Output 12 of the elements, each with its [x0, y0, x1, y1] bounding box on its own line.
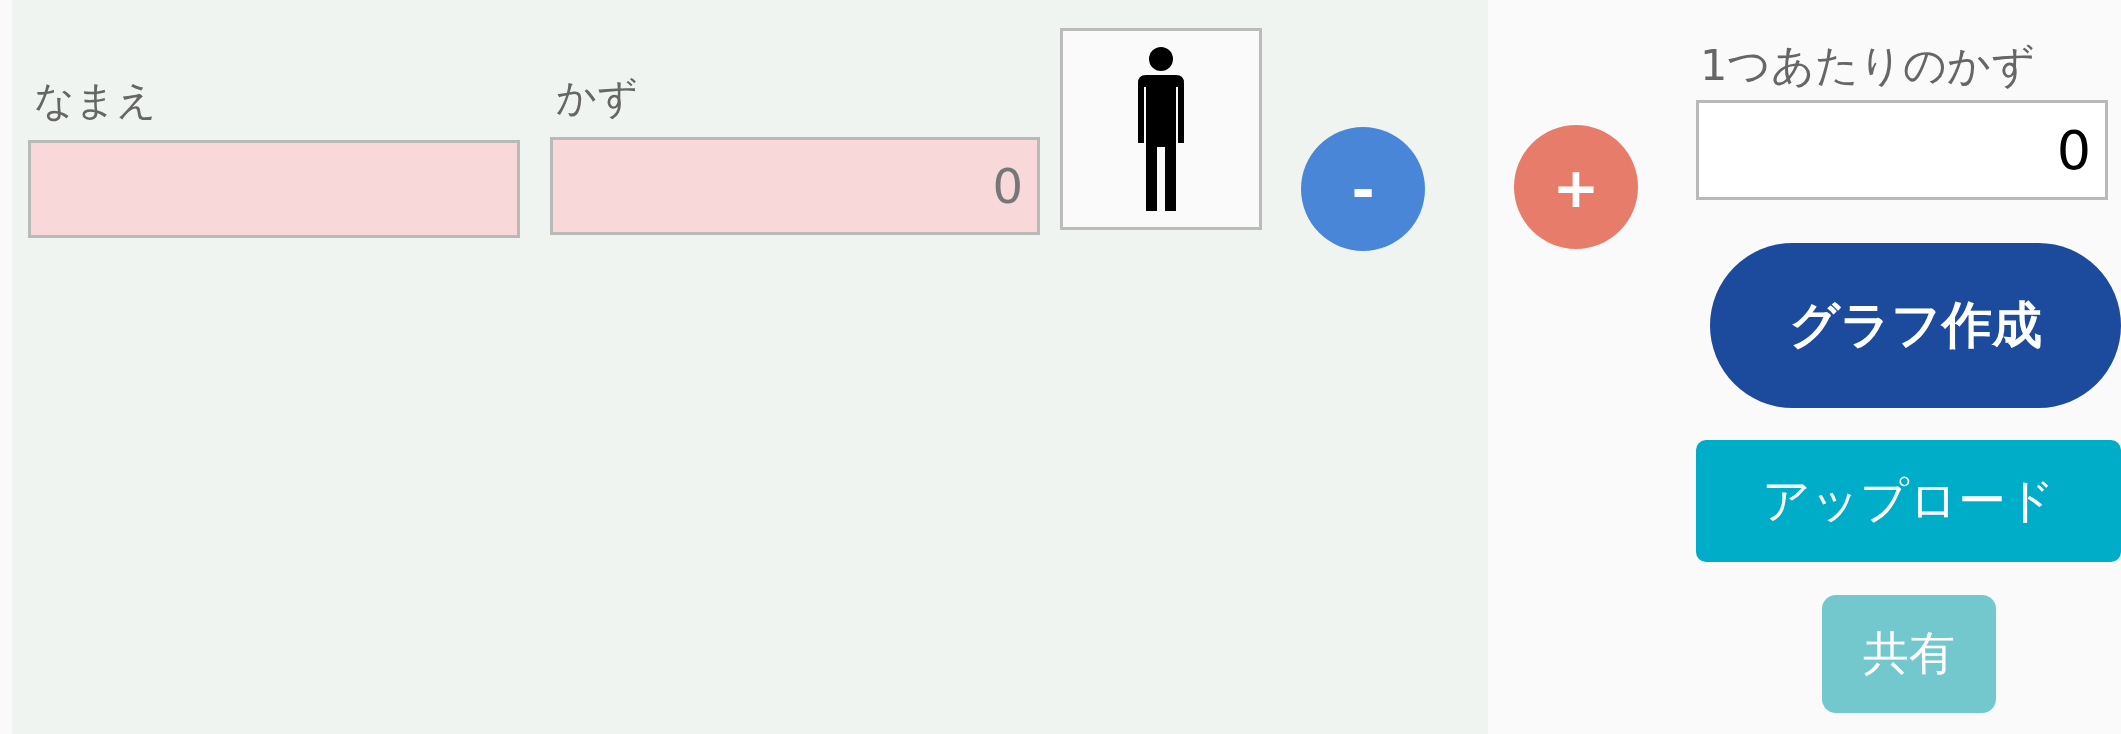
count-label: かず	[555, 73, 639, 122]
name-label: なまえ	[33, 76, 158, 125]
per-unit-field[interactable]: 0	[1696, 100, 2108, 200]
person-icon	[1138, 47, 1184, 211]
count-field[interactable]: 0	[550, 137, 1040, 235]
name-field[interactable]	[28, 140, 520, 238]
minus-button[interactable]: -	[1301, 127, 1425, 251]
plus-button[interactable]: +	[1514, 125, 1638, 249]
create-graph-button[interactable]: グラフ作成	[1710, 243, 2121, 408]
upload-button[interactable]: アップロード	[1696, 440, 2121, 562]
person-tile[interactable]	[1060, 28, 1262, 230]
per-unit-label: 1つあたりのかず	[1699, 39, 2037, 92]
